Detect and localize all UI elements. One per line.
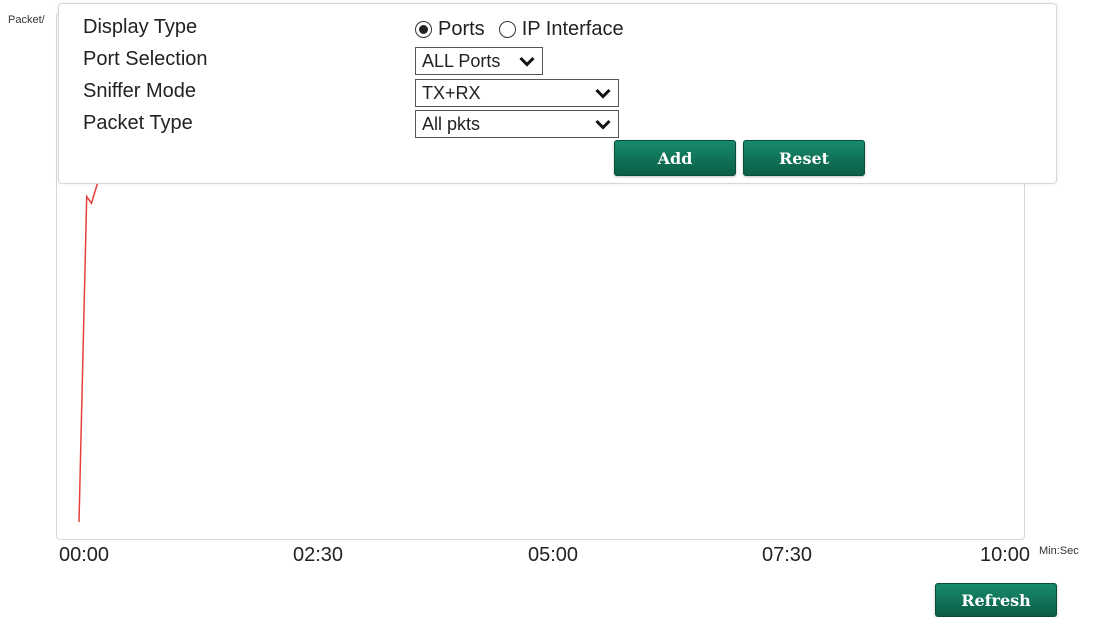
x-tick-label: 02:30 <box>292 544 344 566</box>
chevron-down-icon <box>592 83 614 103</box>
sniffer-mode-select[interactable]: TX+RX <box>415 79 619 107</box>
radio-icon <box>498 20 516 38</box>
sniffer-mode-value: TX+RX <box>422 82 481 103</box>
monitor-settings-panel: Display Type Ports IP Interface Port Sel… <box>58 3 1057 184</box>
radio-ip-interface-label: IP Interface <box>521 17 624 40</box>
port-selection-label: Port Selection <box>83 48 208 70</box>
chevron-down-icon <box>592 114 614 134</box>
x-tick-label: 10:00 <box>979 544 1031 566</box>
port-selection-select[interactable]: ALL Ports <box>415 47 543 75</box>
sniffer-mode-label: Sniffer Mode <box>83 80 197 102</box>
radio-ports-label: Ports <box>438 17 485 40</box>
chevron-down-icon <box>516 51 538 71</box>
add-button[interactable]: Add <box>614 140 736 176</box>
port-selection-value: ALL Ports <box>422 50 501 71</box>
x-tick-label: 05:00 <box>527 544 579 566</box>
refresh-button[interactable]: Refresh <box>935 583 1057 617</box>
radio-ports[interactable]: Ports <box>415 18 485 41</box>
packet-type-label: Packet Type <box>83 112 193 134</box>
x-tick-label: 00:00 <box>58 544 110 566</box>
radio-ip-interface[interactable]: IP Interface <box>498 17 624 41</box>
packet-type-value: All pkts <box>422 113 481 134</box>
packet-type-select[interactable]: All pkts <box>415 110 619 138</box>
x-tick-label: 07:30 <box>761 544 813 566</box>
series-line-0 <box>78 182 99 523</box>
x-axis-unit-label: Min:Sec <box>1039 545 1079 557</box>
radio-icon <box>415 20 432 38</box>
y-axis-unit-label: Packet/ <box>8 14 45 26</box>
display-type-radio-group: Ports IP Interface <box>415 16 638 42</box>
display-type-label: Display Type <box>83 16 198 38</box>
reset-button[interactable]: Reset <box>743 140 865 176</box>
